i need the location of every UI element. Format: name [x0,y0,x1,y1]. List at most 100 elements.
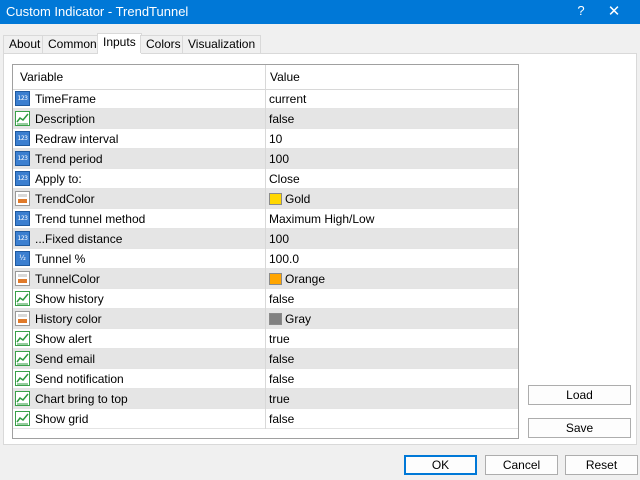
variable-value[interactable]: false [269,352,294,366]
variable-value[interactable]: 100 [269,232,289,246]
variable-value[interactable]: 100 [269,152,289,166]
variable-value[interactable]: false [269,372,294,386]
tab-inputs[interactable]: Inputs [97,33,142,54]
variable-name: Send email [35,352,96,366]
grid-header: Variable Value [13,65,518,90]
table-row[interactable]: Show alert true [13,329,518,349]
column-divider[interactable] [265,65,266,89]
variable-name: ...Fixed distance [35,232,123,246]
color-name: Orange [285,272,326,286]
boolean-icon [15,291,30,306]
variable-value[interactable]: false [269,292,294,306]
variable-name: History color [35,312,102,326]
number-icon: 123 [15,91,30,106]
variable-name: Trend period [35,152,103,166]
variable-name: Tunnel % [35,252,86,266]
variable-value[interactable]: Maximum High/Low [269,212,374,226]
cell-divider [265,409,266,429]
color-swatch [269,313,282,325]
color-icon [15,271,30,286]
ok-button[interactable]: OK [404,455,477,475]
boolean-icon [15,331,30,346]
save-button[interactable]: Save [528,418,631,438]
window-title: Custom Indicator - TrendTunnel [6,4,189,19]
cell-divider [265,229,266,249]
cell-divider [265,329,266,349]
variable-value[interactable]: current [269,92,306,106]
title-bar: Custom Indicator - TrendTunnel ? ✕ [0,0,640,24]
table-row[interactable]: Chart bring to top true [13,389,518,409]
reset-button[interactable]: Reset [565,455,638,475]
variable-value[interactable]: false [269,112,294,126]
table-row[interactable]: 123 Redraw interval 10 [13,129,518,149]
variable-value[interactable]: Gray [269,312,311,326]
boolean-icon [15,411,30,426]
variable-value[interactable]: Close [269,172,300,186]
color-name: Gray [285,312,312,326]
table-row[interactable]: Send notification false [13,369,518,389]
number-icon: 123 [15,131,30,146]
variable-value[interactable]: Gold [269,192,310,206]
table-row[interactable]: ½ Tunnel % 100.0 [13,249,518,269]
table-row[interactable]: 123 Trend tunnel method Maximum High/Low [13,209,518,229]
cell-divider [265,369,266,389]
table-row[interactable]: Description false [13,109,518,129]
cell-divider [265,209,266,229]
help-button[interactable]: ? [574,3,588,18]
table-row[interactable]: Show grid false [13,409,518,429]
cell-divider [265,389,266,409]
cell-divider [265,249,266,269]
number-icon: 123 [15,151,30,166]
color-swatch [269,193,282,205]
variable-value[interactable]: 100.0 [269,252,299,266]
table-row[interactable]: 123 Trend period 100 [13,149,518,169]
load-button[interactable]: Load [528,385,631,405]
color-name: Gold [285,192,311,206]
variable-name: Send notification [35,372,124,386]
variable-value[interactable]: 10 [269,132,282,146]
cell-divider [265,269,266,289]
variable-name: TimeFrame [35,92,96,106]
table-row[interactable]: 123 ...Fixed distance 100 [13,229,518,249]
number-icon: 123 [15,211,30,226]
table-row[interactable]: 123 Apply to: Close [13,169,518,189]
cell-divider [265,169,266,189]
cell-divider [265,189,266,209]
close-button[interactable]: ✕ [594,2,634,20]
variable-name: Show grid [35,412,89,426]
inputs-grid[interactable]: Variable Value 123 TimeFrame current Descri… [12,64,519,439]
variable-name: Description [35,112,96,126]
variable-value[interactable]: Orange [269,272,325,286]
column-header-variable[interactable]: Variable [20,70,63,84]
cell-divider [265,289,266,309]
boolean-icon [15,351,30,366]
tab-colors[interactable]: Colors [140,35,187,53]
fraction-icon: ½ [15,251,30,266]
variable-value[interactable]: false [269,412,294,426]
table-row[interactable]: Send email false [13,349,518,369]
tab-visualization[interactable]: Visualization [182,35,262,53]
variable-name: Show alert [35,332,92,346]
tab-common[interactable]: Common [42,35,103,53]
variable-name: Apply to: [35,172,82,186]
variable-name: Trend tunnel method [35,212,146,226]
boolean-icon [15,371,30,386]
variable-value[interactable]: true [269,332,290,346]
variable-name: Chart bring to top [35,392,128,406]
variable-name: TunnelColor [35,272,100,286]
table-row[interactable]: Show history false [13,289,518,309]
column-header-value[interactable]: Value [270,70,300,84]
color-swatch [269,273,282,285]
variable-name: TrendColor [35,192,95,206]
cell-divider [265,129,266,149]
table-row[interactable]: History color Gray [13,309,518,329]
cell-divider [265,89,266,109]
number-icon: 123 [15,231,30,246]
tab-about[interactable]: About [3,35,47,53]
cancel-button[interactable]: Cancel [485,455,558,475]
table-row[interactable]: 123 TimeFrame current [13,89,518,109]
variable-value[interactable]: true [269,392,290,406]
number-icon: 123 [15,171,30,186]
table-row[interactable]: TrendColor Gold [13,189,518,209]
table-row[interactable]: TunnelColor Orange [13,269,518,289]
